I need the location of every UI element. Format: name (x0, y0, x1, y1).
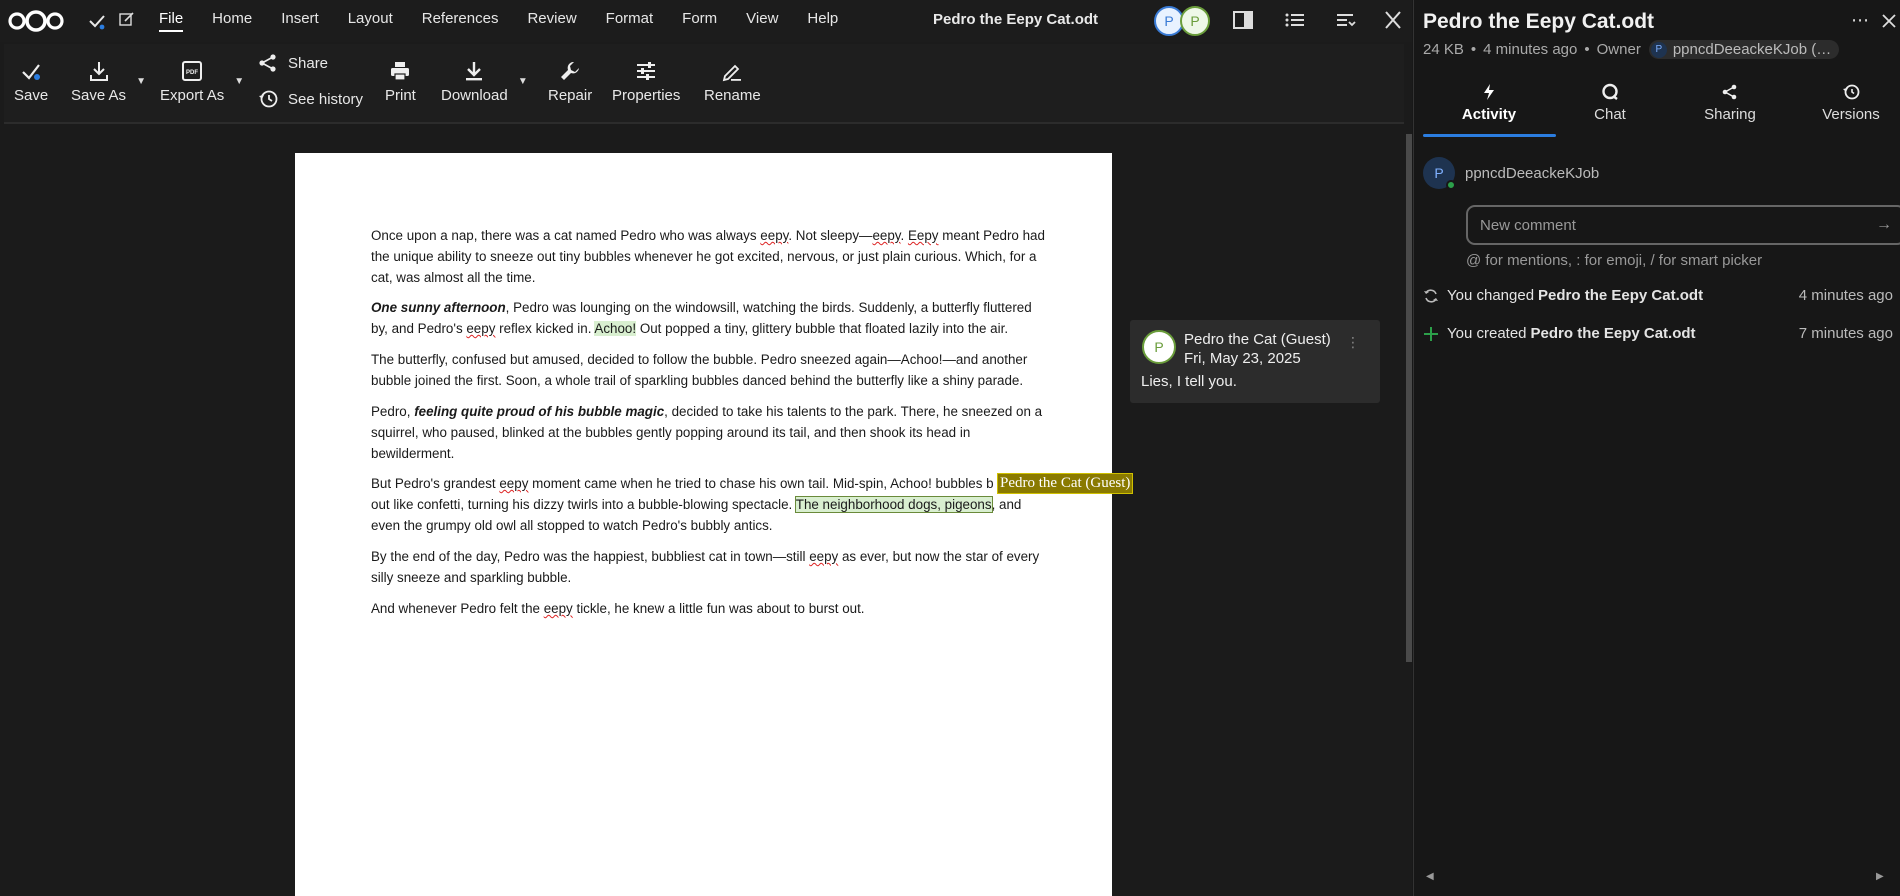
history-icon (1843, 84, 1860, 100)
editor-area: File Home Insert Layout References Revie… (0, 0, 1412, 896)
tab-activity[interactable]: Activity (1429, 80, 1549, 123)
collaborator-cursor-label: Pedro the Cat (Guest) (997, 473, 1134, 494)
avatar: P (1650, 41, 1667, 58)
menu-help[interactable]: Help (807, 10, 838, 32)
menu-bar-items: File Home Insert Layout References Revie… (159, 10, 867, 32)
see-history-button[interactable]: See history (258, 89, 363, 109)
current-user: P ppncdDeeackeKJob (1423, 157, 1599, 190)
chat-icon (1602, 83, 1618, 100)
print-icon (391, 62, 410, 81)
compact-menu-icon[interactable] (1336, 11, 1356, 29)
menu-home[interactable]: Home (212, 10, 252, 32)
repair-button[interactable]: Repair (548, 60, 592, 104)
more-vertical-icon[interactable]: ⋮ (1346, 334, 1360, 351)
scroll-left-icon[interactable]: ◀ (1426, 871, 1434, 882)
share-button[interactable]: Share (258, 53, 328, 73)
owner-chip[interactable]: P ppncdDeeackeKJob (… (1648, 40, 1840, 59)
paragraph[interactable]: And whenever Pedro felt the eepy tickle,… (371, 599, 1051, 620)
comment-hint: @ for mentions, : for emoji, / for smart… (1466, 252, 1763, 269)
menu-file[interactable]: File (159, 10, 184, 32)
download-icon (466, 62, 483, 81)
properties-button[interactable]: Properties (612, 60, 680, 104)
avatar[interactable]: P (1180, 6, 1210, 36)
save-check-icon (22, 64, 41, 80)
pencil-icon (723, 64, 742, 82)
sliders-icon (637, 62, 656, 80)
scroll-right-icon[interactable]: ▶ (1876, 871, 1884, 882)
save-as-button[interactable]: Save As ▼ (71, 60, 146, 104)
active-tab-indicator (1423, 134, 1556, 137)
file-toolbar: Save Save As ▼ PDF Export As ▼ Share See… (4, 44, 1404, 124)
history-icon (259, 90, 278, 108)
comment-text: Lies, I tell you. (1141, 373, 1237, 390)
svg-text:PDF: PDF (186, 70, 198, 76)
tab-sharing[interactable]: Sharing (1670, 80, 1790, 123)
menubar: File Home Insert Layout References Revie… (0, 0, 1412, 42)
chevron-down-icon[interactable]: ▼ (136, 76, 146, 87)
document-title: Pedro the Eepy Cat.odt (933, 11, 1099, 28)
collaborator-avatars: P P (1154, 6, 1210, 36)
avatar: P (1142, 330, 1176, 364)
more-horizontal-icon[interactable]: ⋯ (1851, 10, 1869, 31)
menu-format[interactable]: Format (606, 10, 654, 32)
menu-review[interactable]: Review (527, 10, 576, 32)
paragraph[interactable]: But Pedro's grandest eepy moment came wh… (371, 474, 1051, 536)
paragraph[interactable]: Pedro, feeling quite proud of his bubble… (371, 402, 1051, 464)
save-button[interactable]: Save (14, 60, 48, 104)
menu-form[interactable]: Form (682, 10, 717, 32)
close-icon[interactable] (1881, 13, 1897, 29)
sync-changed-icon (1424, 288, 1438, 303)
export-as-button[interactable]: PDF Export As ▼ (160, 60, 244, 104)
sidebar-toggle-icon[interactable] (1233, 11, 1253, 29)
paragraph[interactable]: Once upon a nap, there was a cat named P… (371, 226, 1051, 288)
new-comment-input[interactable]: New comment → (1466, 205, 1900, 245)
paragraph[interactable]: One sunny afternoon, Pedro was lounging … (371, 298, 1051, 340)
comment-date: Fri, May 23, 2025 (1184, 350, 1301, 367)
document-page[interactable]: Once upon a nap, there was a cat named P… (295, 153, 1112, 896)
comment-card[interactable]: P Pedro the Cat (Guest) Fri, May 23, 202… (1130, 320, 1380, 403)
paragraph[interactable]: The butterfly, confused but amused, deci… (371, 350, 1051, 392)
share-icon (1722, 84, 1737, 100)
menu-insert[interactable]: Insert (281, 10, 319, 32)
tab-versions[interactable]: Versions (1791, 80, 1900, 123)
sidebar-file-title: Pedro the Eepy Cat.odt (1423, 10, 1655, 33)
comment-author: Pedro the Cat (Guest) (1184, 331, 1331, 348)
sidebar-tabs: Activity Chat Sharing Versions (1414, 80, 1900, 138)
send-arrow-icon[interactable]: → (1876, 216, 1892, 234)
share-icon (259, 54, 276, 72)
close-icon[interactable] (1383, 11, 1403, 29)
edit-mode-icon[interactable] (119, 11, 135, 27)
file-metadata: 24 KB • 4 minutes ago • Owner P ppncdDee… (1423, 40, 1840, 59)
save-as-icon (89, 62, 108, 81)
rename-button[interactable]: Rename (704, 60, 761, 104)
print-button[interactable]: Print (385, 60, 416, 104)
files-sidebar: Pedro the Eepy Cat.odt 24 KB • 4 minutes… (1413, 0, 1900, 896)
app-root: File Home Insert Layout References Revie… (0, 0, 1900, 896)
lightning-icon (1484, 84, 1494, 100)
menu-view[interactable]: View (746, 10, 778, 32)
navigator-list-icon[interactable] (1285, 11, 1305, 29)
plus-created-icon (1424, 326, 1438, 341)
chevron-down-icon[interactable]: ▼ (234, 76, 244, 87)
menu-layout[interactable]: Layout (348, 10, 393, 32)
wrench-icon (561, 62, 580, 80)
pdf-export-icon: PDF (182, 61, 203, 81)
paragraph[interactable]: By the end of the day, Pedro was the hap… (371, 547, 1051, 589)
commented-text[interactable]: Achoo! (594, 320, 637, 336)
download-button[interactable]: Download ▼ (441, 60, 528, 104)
avatar: P (1423, 157, 1456, 190)
online-status-icon (1446, 180, 1456, 190)
chevron-down-icon[interactable]: ▼ (518, 76, 528, 87)
commented-text[interactable]: The neighborhood dogs, pigeons (794, 495, 993, 513)
document-scrollbar[interactable] (1406, 134, 1412, 662)
tab-chat[interactable]: Chat (1550, 80, 1670, 123)
activity-item: You changed Pedro the Eepy Cat.odt 4 min… (1423, 287, 1900, 304)
sync-check-icon (89, 15, 105, 30)
activity-item: You created Pedro the Eepy Cat.odt 7 min… (1423, 325, 1900, 342)
menu-references[interactable]: References (422, 10, 499, 32)
nextcloud-logo-icon[interactable] (6, 8, 66, 34)
